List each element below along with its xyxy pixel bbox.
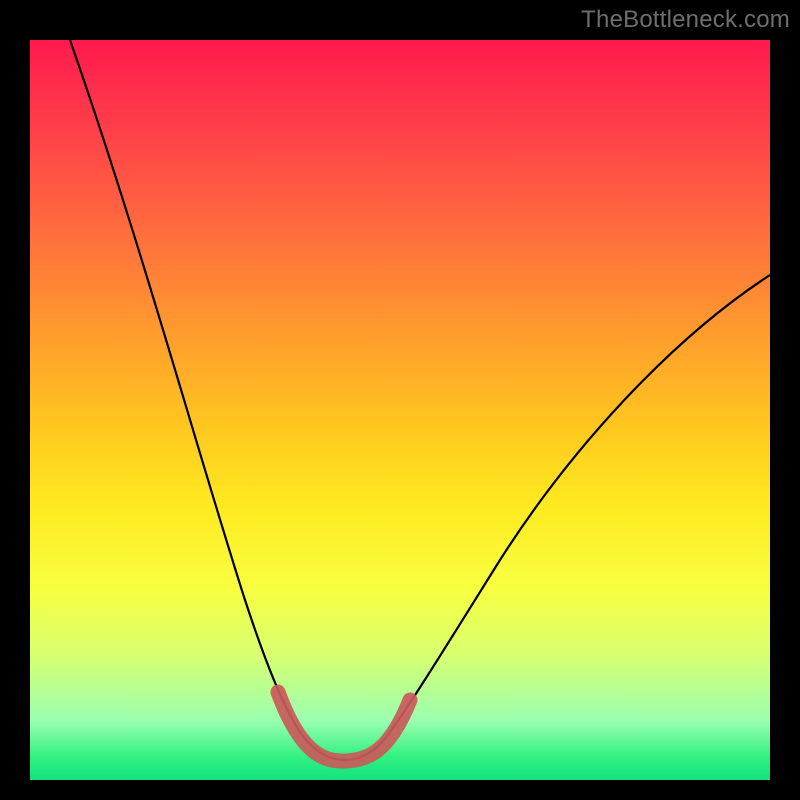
plot-area: [30, 40, 770, 780]
curve-layer: [30, 40, 770, 780]
bottleneck-curve-left: [70, 40, 308, 742]
optimal-zone-highlight: [278, 692, 410, 761]
watermark-text: TheBottleneck.com: [581, 6, 790, 34]
bottleneck-curve-right: [388, 275, 770, 735]
chart-frame: TheBottleneck.com: [0, 0, 800, 800]
